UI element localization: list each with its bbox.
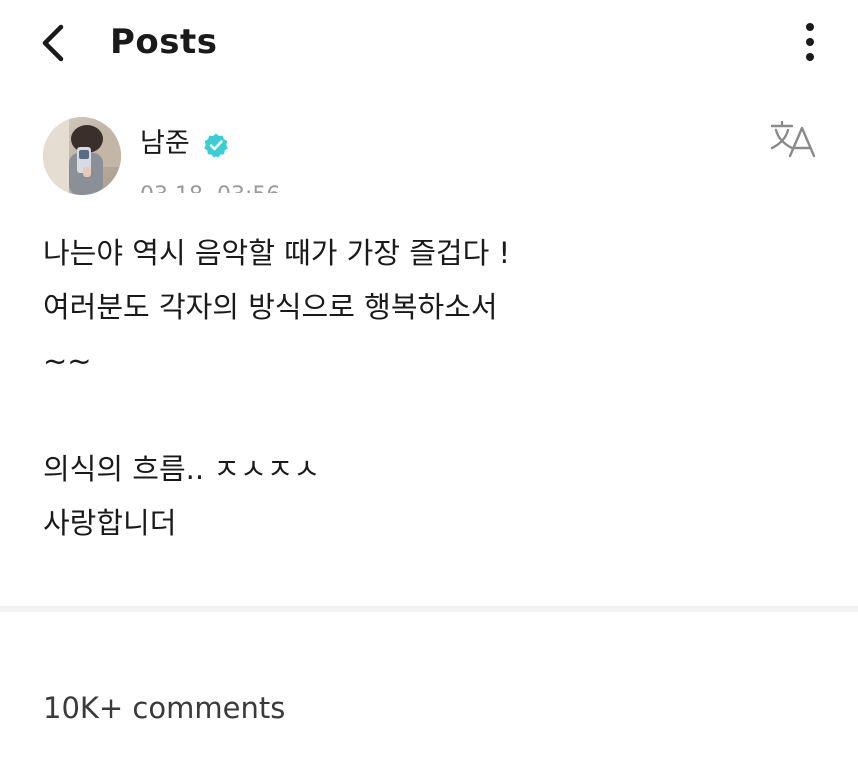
avatar[interactable] bbox=[43, 117, 121, 195]
translate-button[interactable] bbox=[768, 118, 820, 162]
more-vertical-icon bbox=[806, 23, 814, 31]
comments-count-link[interactable]: 10K+ comments bbox=[43, 688, 285, 728]
section-divider bbox=[0, 606, 858, 612]
post-line: 사랑합니더 bbox=[43, 506, 177, 540]
post-line: 나는야 역시 음악할 때가 가장 즐겁다 ! bbox=[43, 236, 511, 270]
post-body: 나는야 역시 음악할 때가 가장 즐겁다 ! 여러분도 각자의 방식으로 행복하… bbox=[43, 226, 823, 550]
author-name[interactable]: 남준 bbox=[140, 126, 190, 162]
post-line: ~~ bbox=[43, 344, 92, 378]
more-vertical-icon-dot bbox=[806, 38, 814, 46]
more-options-button[interactable] bbox=[790, 16, 830, 68]
post-timestamp: 03.18. 03:56 bbox=[140, 181, 280, 194]
top-app-bar: Posts bbox=[0, 0, 858, 86]
post-author: 남준 03.18. 03:56 bbox=[43, 117, 823, 195]
more-vertical-icon-dot bbox=[806, 53, 814, 61]
timestamp-text: 03.18. 03:56 bbox=[140, 185, 280, 194]
post-line: 의식의 흐름.. ㅈㅅㅈㅅ bbox=[43, 452, 320, 486]
translate-icon bbox=[770, 120, 816, 158]
post-line bbox=[43, 388, 823, 442]
chevron-left-icon bbox=[42, 24, 64, 62]
back-button[interactable] bbox=[26, 18, 78, 68]
page-title: Posts bbox=[110, 22, 218, 62]
verified-check-icon bbox=[204, 133, 228, 158]
avatar-image bbox=[43, 117, 121, 195]
post-line: 여러분도 각자의 방식으로 행복하소서 bbox=[43, 290, 498, 324]
